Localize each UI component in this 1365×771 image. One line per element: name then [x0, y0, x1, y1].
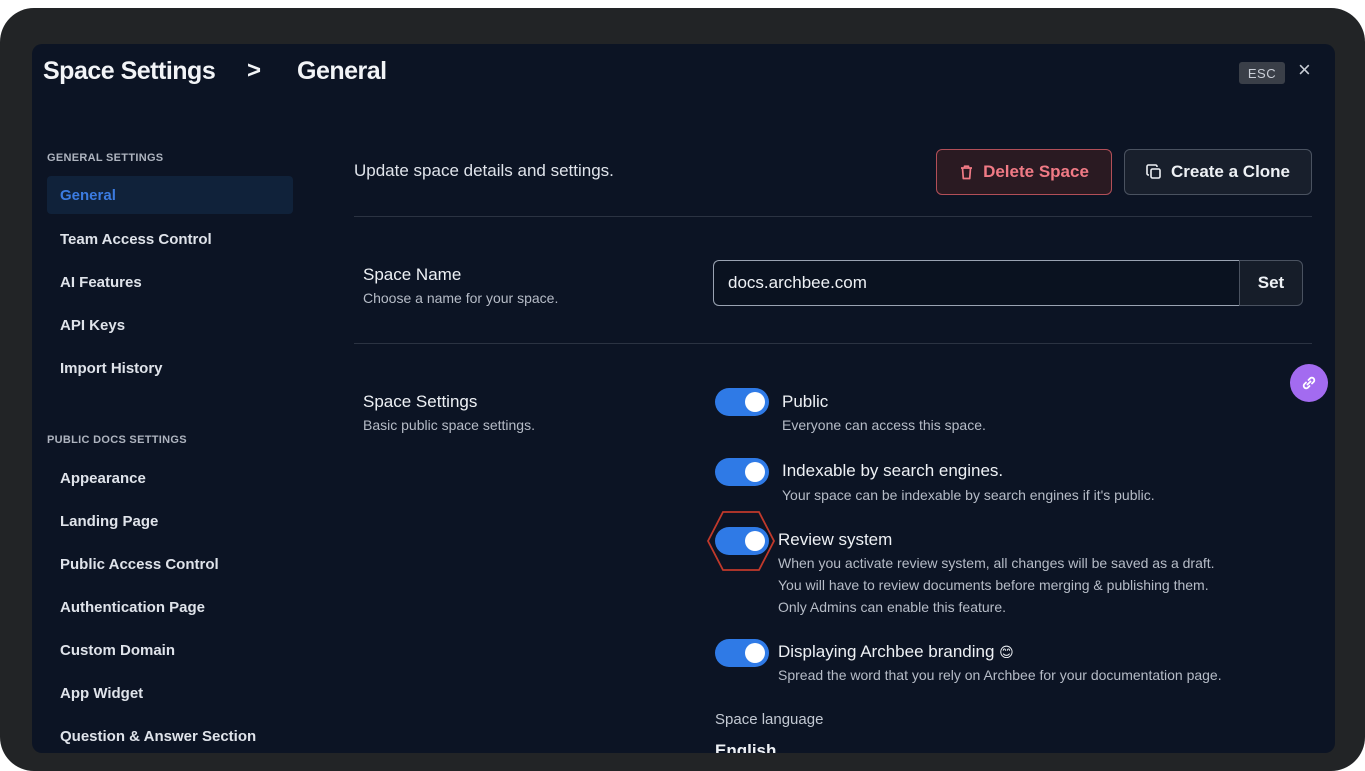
branding-option-title-text: Displaying Archbee branding: [778, 642, 995, 661]
sidebar-item-label: App Widget: [60, 684, 144, 702]
sidebar-item-label: Team Access Control: [60, 230, 212, 248]
set-name-button[interactable]: Set: [1239, 260, 1303, 306]
toggle-knob: [745, 392, 765, 412]
sidebar-item-label: API Keys: [60, 316, 126, 334]
sidebar-item-label: Authentication Page: [60, 598, 206, 616]
sidebar-item-app-widget[interactable]: App Widget: [47, 674, 293, 712]
indexable-option-title: Indexable by search engines.: [782, 461, 1004, 480]
sidebar-item-label: Public Access Control: [60, 555, 219, 573]
section-divider: [354, 343, 1312, 344]
space-settings-description: Basic public space settings.: [363, 417, 535, 433]
sidebar-item-label: AI Features: [60, 273, 142, 291]
sidebar-item-general[interactable]: General: [47, 176, 293, 214]
review-system-option-title: Review system: [778, 530, 893, 549]
branding-option-description: Spread the word that you rely on Archbee…: [778, 667, 1222, 683]
sidebar-item-import-history[interactable]: Import History: [47, 349, 293, 387]
space-name-input[interactable]: [713, 260, 1240, 306]
review-system-option-description-line: When you activate review system, all cha…: [778, 555, 1215, 571]
smile-emoji-icon: 😊: [999, 644, 1014, 660]
modal-header: Space Settings > General ESC ×: [32, 44, 1335, 102]
space-settings-modal: Space Settings > General ESC × GENERAL S…: [32, 44, 1335, 753]
section-divider: [354, 216, 1312, 217]
sidebar-item-appearance[interactable]: Appearance: [47, 459, 293, 497]
sidebar-item-label: Import History: [60, 359, 163, 377]
create-clone-button[interactable]: Create a Clone: [1124, 149, 1312, 195]
toggle-knob: [745, 531, 765, 551]
app-frame: Space Settings > General ESC × GENERAL S…: [0, 8, 1365, 771]
sidebar-item-label: Landing Page: [60, 512, 159, 530]
sidebar-item-ai-features[interactable]: AI Features: [47, 263, 293, 301]
space-name-title: Space Name: [363, 265, 462, 284]
public-toggle[interactable]: [715, 388, 769, 416]
review-system-toggle[interactable]: [715, 527, 769, 555]
close-icon[interactable]: ×: [1298, 59, 1311, 81]
create-clone-label: Create a Clone: [1170, 162, 1291, 181]
review-system-option-description-line: You will have to review documents before…: [778, 577, 1209, 593]
sidebar-item-label: Question & Answer Section: [60, 727, 257, 745]
sidebar-item-label: Appearance: [60, 469, 146, 487]
indexable-toggle[interactable]: [715, 458, 769, 486]
review-system-option-description-line: Only Admins can enable this feature.: [778, 599, 1007, 615]
public-docs-section-title: PUBLIC DOCS SETTINGS: [47, 434, 187, 446]
toggle-knob: [745, 462, 765, 482]
public-option-description: Everyone can access this space.: [782, 417, 986, 433]
breadcrumb-root[interactable]: Space Settings: [43, 57, 216, 86]
sidebar-item-qa-section[interactable]: Question & Answer Section: [47, 717, 293, 753]
sidebar-item-team-access-control[interactable]: Team Access Control: [47, 220, 293, 258]
copy-icon: [1146, 164, 1161, 179]
general-settings-section-title: GENERAL SETTINGS: [47, 152, 164, 164]
space-language-label: Space language: [715, 711, 824, 728]
settings-subtitle: Update space details and settings.: [354, 161, 614, 180]
sidebar-item-landing-page[interactable]: Landing Page: [47, 502, 293, 540]
sidebar-item-api-keys[interactable]: API Keys: [47, 306, 293, 344]
branding-toggle[interactable]: [715, 639, 769, 667]
branding-option-title: Displaying Archbee branding 😊: [778, 642, 1014, 662]
trash-icon: [961, 165, 973, 180]
page-title: General: [297, 57, 387, 85]
sidebar-item-label: Custom Domain: [60, 641, 176, 659]
toggle-knob: [745, 643, 765, 663]
sidebar-item-label: General: [60, 186, 116, 204]
space-language-select[interactable]: English: [715, 741, 776, 753]
delete-space-label: Delete Space: [983, 162, 1089, 181]
sidebar-item-public-access-control[interactable]: Public Access Control: [47, 545, 293, 583]
sidebar-item-custom-domain[interactable]: Custom Domain: [47, 631, 293, 669]
public-option-title: Public: [782, 392, 829, 411]
indexable-option-description: Your space can be indexable by search en…: [782, 487, 1155, 503]
space-settings-title: Space Settings: [363, 392, 478, 411]
delete-space-button[interactable]: Delete Space: [936, 149, 1112, 195]
space-name-description: Choose a name for your space.: [363, 290, 559, 306]
sidebar-item-authentication-page[interactable]: Authentication Page: [47, 588, 293, 626]
esc-key-badge: ESC: [1239, 62, 1285, 84]
link-icon[interactable]: [1290, 364, 1328, 402]
breadcrumb-separator-icon: >: [247, 57, 262, 84]
